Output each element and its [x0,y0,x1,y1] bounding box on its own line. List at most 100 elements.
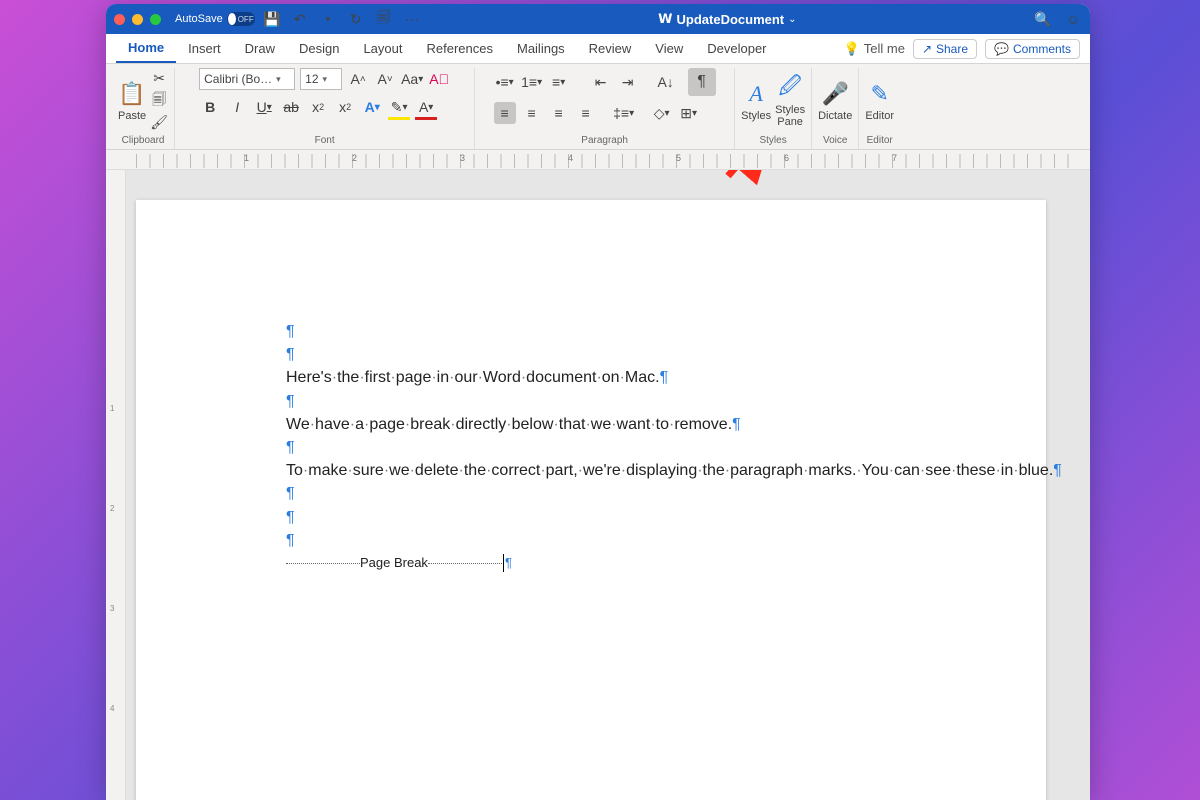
format-painter-icon[interactable]: 🖌 [150,114,168,132]
tab-review[interactable]: Review [577,34,644,63]
page-1[interactable]: ¶¶Here's·the·first·page·in·our·Word·docu… [136,200,1046,800]
paragraph[interactable]: ¶ [286,506,896,529]
tab-references[interactable]: References [415,34,505,63]
paragraph[interactable]: We·have·a·page·break·directly·below·that… [286,413,896,436]
highlight-button[interactable]: ✎▾ [388,96,410,118]
editor-button[interactable]: ✎ Editor [865,80,894,122]
align-center-button[interactable]: ≡ [521,102,543,124]
quick-print-icon[interactable]: 🗐 [375,10,393,28]
titlebar: AutoSave OFF 💾 ↶ ▾ ↻ 🗐 ⋯ 𝗪 UpdateDocumen… [106,4,1090,34]
comment-icon: 💬 [994,42,1009,56]
paragraph[interactable]: ¶ [286,482,896,505]
superscript-button[interactable]: x2 [334,96,356,118]
tab-view[interactable]: View [643,34,695,63]
word-logo-icon: 𝗪 [658,11,672,27]
numbering-button[interactable]: 1≡▾ [521,71,543,93]
align-right-button[interactable]: ≡ [548,102,570,124]
vertical-ruler[interactable]: 1234 [106,170,126,800]
paragraph[interactable]: ¶ [286,529,896,552]
italic-button[interactable]: I [226,96,248,118]
ribbon: 📋 Paste ✂ 🗐 🖌 Clipboard Calibri (Bo…▾ [106,64,1090,150]
text-effects-button[interactable]: A▾ [361,96,383,118]
undo-dropdown[interactable]: ▾ [319,10,337,28]
tab-mailings[interactable]: Mailings [505,34,577,63]
ruler-mark: 6 [784,153,789,163]
tab-insert[interactable]: Insert [176,34,233,63]
justify-button[interactable]: ≡ [575,102,597,124]
minimize-window-button[interactable] [132,14,143,25]
align-left-button[interactable]: ≡ [494,102,516,124]
shading-button[interactable]: ◇▾ [651,102,673,124]
bullets-button[interactable]: •≡▾ [494,71,516,93]
group-paragraph: •≡▾ 1≡▾ ≡▾ ⇤ ⇥ A↓ ¶ ≡ ≡ ≡ ≡ ‡≡▾ [475,68,735,149]
show-paragraph-marks-button[interactable]: ¶ [688,68,716,96]
ruler-mark: 2 [352,153,357,163]
group-font: Calibri (Bo…▾ 12▾ A˄ A˅ Aa▾ A⃥ B I U▾ ab… [175,68,475,149]
paragraph[interactable]: To·make·sure·we·delete·the·correct·part,… [286,459,896,482]
font-size-combo[interactable]: 12▾ [300,68,342,90]
clear-formatting-button[interactable]: A⃥ [428,68,450,90]
grow-font-button[interactable]: A˄ [347,68,369,90]
shrink-font-button[interactable]: A˅ [374,68,396,90]
paste-button[interactable]: 📋 Paste [118,80,146,122]
tab-developer[interactable]: Developer [695,34,778,63]
paragraph[interactable]: ¶ [286,390,896,413]
group-styles: A Styles 🖉 Styles Pane Styles [735,68,812,149]
borders-button[interactable]: ⊞▾ [678,102,700,124]
save-icon[interactable]: 💾 [263,10,281,28]
tab-home[interactable]: Home [116,34,176,63]
group-clipboard: 📋 Paste ✂ 🗐 🖌 Clipboard [112,68,175,149]
share-icon: ↗ [922,42,932,56]
ribbon-tabs: Home Insert Draw Design Layout Reference… [106,34,1090,64]
share-button[interactable]: ↗ Share [913,39,977,59]
tab-design[interactable]: Design [287,34,351,63]
paragraph[interactable]: ¶ [286,320,896,343]
line-spacing-button[interactable]: ‡≡▾ [613,102,635,124]
multilevel-list-button[interactable]: ≡▾ [548,71,570,93]
traffic-lights [114,14,161,25]
styles-pane-button[interactable]: 🖉 Styles Pane [775,74,805,128]
cut-icon[interactable]: ✂ [150,70,168,88]
comments-button[interactable]: 💬 Comments [985,39,1080,59]
search-icon[interactable]: 🔍 [1034,10,1052,28]
undo-icon[interactable]: ↶ [291,10,309,28]
close-window-button[interactable] [114,14,125,25]
copy-icon[interactable]: 🗐 [150,92,168,110]
tell-me-search[interactable]: 💡 Tell me [844,41,905,57]
tab-draw[interactable]: Draw [233,34,287,63]
ruler-mark: 3 [460,153,465,163]
autosave-label: AutoSave [175,13,223,25]
account-icon[interactable]: ☺ [1064,10,1082,28]
styles-icon: A [742,80,770,108]
change-case-button[interactable]: Aa▾ [401,68,423,90]
font-color-button[interactable]: A▾ [415,96,437,118]
group-editor: ✎ Editor Editor [859,68,900,149]
page-break-marker[interactable]: Page Break¶ [286,554,896,573]
redo-icon[interactable]: ↻ [347,10,365,28]
strikethrough-button[interactable]: ab [280,96,302,118]
decrease-indent-button[interactable]: ⇤ [590,71,612,93]
annotation-arrow [718,170,788,186]
document-area[interactable]: 1234 ¶¶Here's·the·first·page·in·our·Word… [106,170,1090,800]
document-title[interactable]: 𝗪 UpdateDocument ⌄ [429,11,1026,27]
tab-layout[interactable]: Layout [351,34,414,63]
underline-button[interactable]: U▾ [253,96,275,118]
subscript-button[interactable]: x2 [307,96,329,118]
styles-gallery-button[interactable]: A Styles [741,80,771,122]
more-qat-icon[interactable]: ⋯ [403,10,421,28]
paragraph[interactable]: ¶ [286,343,896,366]
ruler-mark: 1 [244,153,249,163]
paragraph[interactable]: Here's·the·first·page·in·our·Word·docume… [286,366,896,389]
dictate-button[interactable]: 🎤 Dictate [818,80,852,122]
lightbulb-icon: 💡 [844,41,860,57]
paragraph[interactable]: ¶ [286,436,896,459]
horizontal-ruler[interactable]: 1234567 [106,150,1090,170]
sort-button[interactable]: A↓ [655,71,677,93]
ruler-mark: 4 [568,153,573,163]
font-family-combo[interactable]: Calibri (Bo…▾ [199,68,295,90]
autosave-toggle[interactable]: AutoSave OFF [175,12,255,26]
fullscreen-window-button[interactable] [150,14,161,25]
increase-indent-button[interactable]: ⇥ [617,71,639,93]
editor-icon: ✎ [866,80,894,108]
bold-button[interactable]: B [199,96,221,118]
